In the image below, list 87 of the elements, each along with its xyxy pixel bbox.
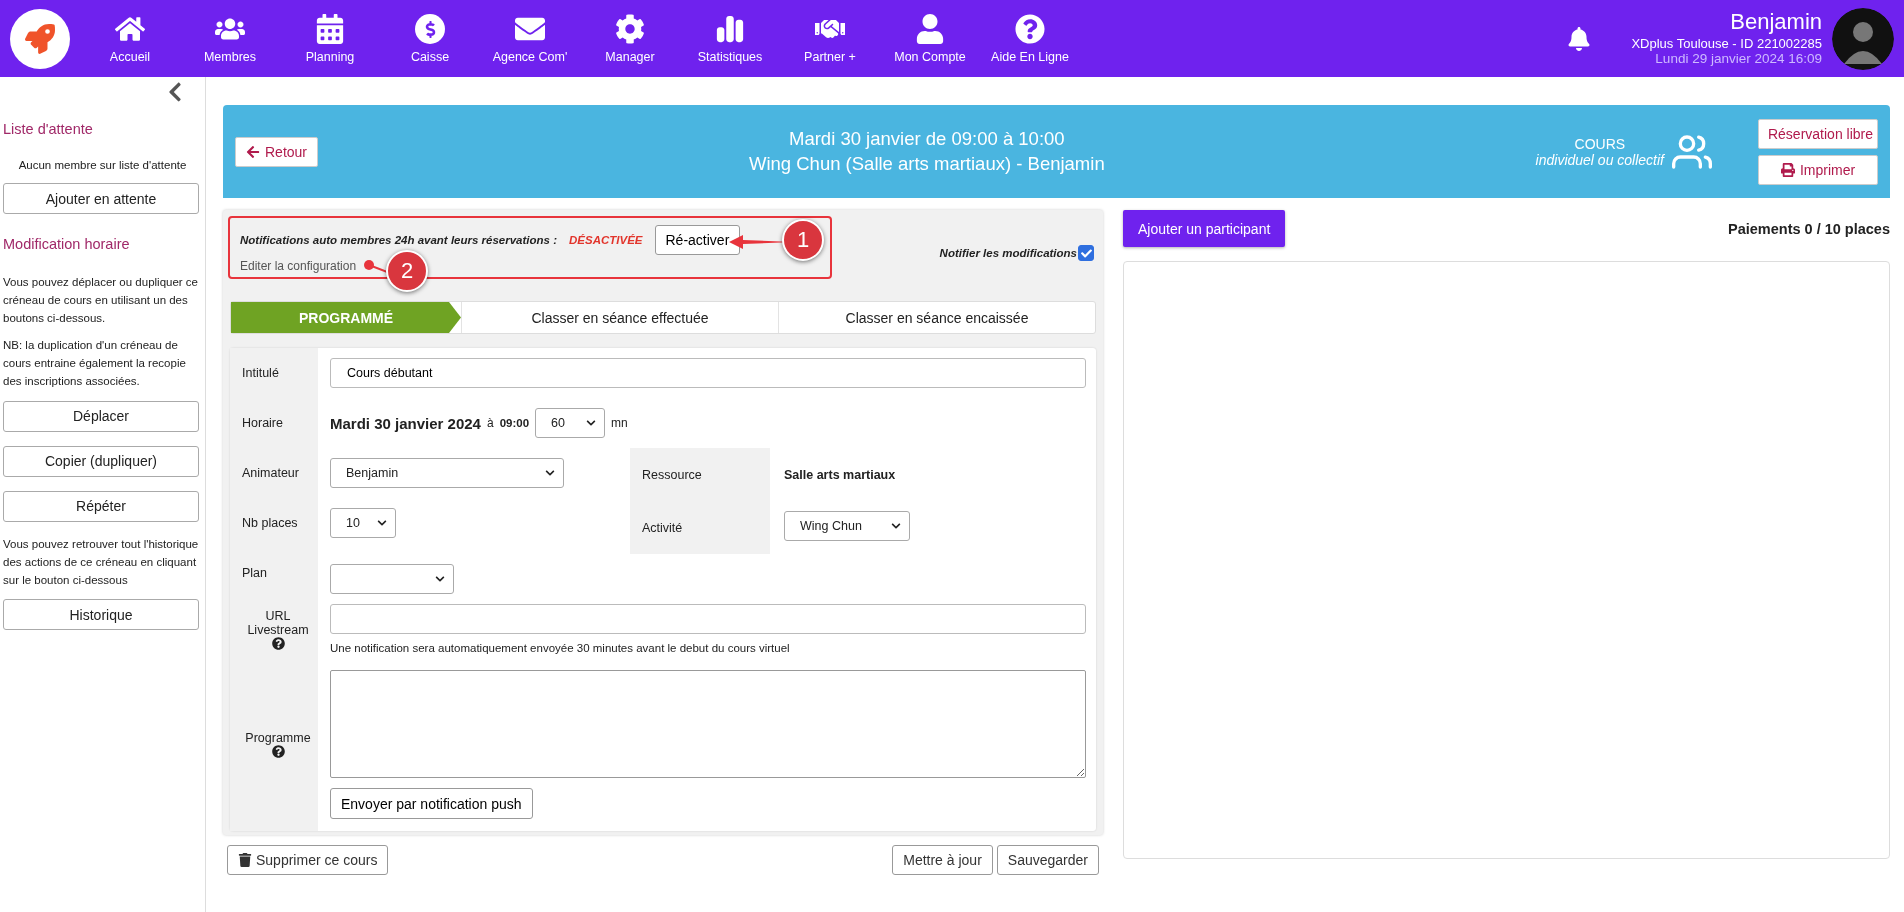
session-date: Mardi 30 janvier 2024	[330, 414, 481, 432]
field-label: Programme	[245, 730, 311, 745]
session-type-detail: individuel ou collectif	[1535, 151, 1664, 168]
current-datetime: Lundi 29 janvier 2024 16:09	[1655, 51, 1822, 68]
at-text: à	[486, 416, 494, 430]
status-step[interactable]: Classer en séance effectuée	[461, 302, 778, 333]
field-label: Intitulé	[241, 365, 280, 382]
duration-select[interactable]: 60	[535, 408, 606, 438]
livestream-note: Une notification sera automatiquement envoyée 30 minutes avant le debut du cours virtuel	[330, 641, 791, 656]
session-type: COURS	[1574, 135, 1626, 152]
field-label: URL Livestream	[246, 608, 310, 637]
instructor-select[interactable]: Benjamin	[330, 458, 564, 488]
help-icon[interactable]	[271, 636, 285, 650]
chevron-down-icon	[377, 518, 387, 528]
sidebar-button[interactable]: Déplacer	[3, 400, 199, 432]
arrow-left-icon	[246, 144, 260, 159]
sidebar-button[interactable]: Répéter	[3, 490, 199, 522]
section-heading: Liste d'attente	[3, 121, 94, 137]
nav-item[interactable]: Aide En Ligne	[980, 13, 1080, 64]
calendar-icon	[315, 13, 345, 45]
chevron-down-icon	[891, 521, 901, 531]
print-icon	[1780, 162, 1795, 177]
chevron-down-icon	[545, 468, 555, 478]
payments-count: Paiements 0 / 10 places	[1728, 220, 1890, 237]
nav-item[interactable]: Planning	[280, 13, 380, 64]
gear-icon	[615, 13, 645, 45]
field-label: Nb places	[241, 515, 299, 532]
free-booking-button[interactable]: Réservation libre	[1758, 118, 1878, 149]
section-heading: Modification horaire	[3, 236, 131, 252]
save-button[interactable]: Sauvegarder	[996, 845, 1099, 875]
livestream-field[interactable]	[330, 604, 1086, 634]
info-text: NB: la duplication d'un créneau de cours entraine également la recopie des inscriptions associées.	[3, 338, 187, 390]
info-text: Vous pouvez retrouver tout l'historique des actions de ce créneau en cliquant sur le bouton ci-dessous	[3, 536, 200, 588]
empty-note: Aucun membre sur liste d'attente	[17, 159, 188, 171]
activity-select[interactable]: Wing Chun	[784, 511, 910, 541]
print-button[interactable]: Imprimer	[1758, 154, 1878, 185]
dollar-icon	[415, 13, 445, 45]
reactivate-button[interactable]: Ré-activer	[654, 225, 741, 255]
field-label: Plan	[241, 565, 269, 582]
resource-value: Salle arts martiaux	[783, 466, 897, 484]
field-label: Activité	[630, 501, 770, 554]
start-time: 09:00	[499, 417, 530, 429]
notification-text: Notifications auto membres 24h avant leurs réservations :	[240, 234, 557, 246]
help-icon	[1015, 13, 1045, 45]
field-label: Animateur	[241, 465, 300, 482]
nav-item[interactable]: Agence Com'	[480, 13, 580, 64]
chevron-down-icon	[435, 574, 445, 584]
unit-text: mn	[611, 416, 628, 430]
sidebar-button[interactable]: Ajouter en attente	[3, 183, 199, 214]
chevron-down-icon	[586, 418, 597, 428]
account-id: XDplus Toulouse - ID 221002285	[1631, 35, 1822, 52]
bar-chart-icon	[715, 13, 745, 45]
user-name: Benjamin	[1730, 9, 1822, 36]
field-label: Ressource	[630, 448, 770, 501]
help-icon[interactable]	[271, 744, 285, 758]
session-title: Mardi 30 janvier de 09:00 à 10:00	[789, 127, 1065, 152]
sidebar-button[interactable]: Copier (dupliquer)	[3, 445, 199, 477]
avatar[interactable]	[1832, 7, 1894, 70]
add-participant-button[interactable]: Ajouter un participant	[1123, 210, 1286, 247]
notification-status: DÉSACTIVÉE	[569, 234, 643, 246]
user-icon	[915, 13, 945, 45]
delete-button[interactable]: Supprimer ce cours	[227, 845, 389, 875]
title-field[interactable]: Cours débutant	[330, 358, 1086, 388]
annotation-marker: 1	[782, 219, 824, 261]
trash-icon	[238, 853, 252, 867]
nav-item[interactable]: Accueil	[80, 13, 180, 64]
notify-label: Notifier les modifications	[939, 247, 1077, 259]
field-label: Horaire	[241, 415, 284, 432]
notify-checkbox[interactable]	[1078, 245, 1094, 261]
nav-item[interactable]: Partner +	[780, 13, 880, 64]
config-link[interactable]: Editer la configuration	[240, 259, 357, 273]
bell-icon[interactable]	[1567, 26, 1592, 51]
places-select[interactable]: 10	[330, 508, 396, 538]
programme-field[interactable]	[330, 670, 1086, 778]
update-button[interactable]: Mettre à jour	[892, 845, 993, 875]
nav-item[interactable]: Caisse	[380, 13, 480, 64]
nav-item[interactable]: Membres	[180, 13, 280, 64]
back-button[interactable]: Retour	[235, 136, 319, 167]
nav-item[interactable]: Statistiques	[680, 13, 780, 64]
push-button[interactable]: Envoyer par notification push	[330, 788, 533, 819]
sidebar-button[interactable]: Historique	[3, 599, 199, 631]
session-title: Wing Chun (Salle arts martiaux) - Benjamin	[748, 151, 1105, 176]
nav-item[interactable]: Manager	[580, 13, 680, 64]
info-text: Vous pouvez déplacer ou dupliquer ce créneau de cours en utilisant un des boutons ci-dessous.	[3, 275, 199, 326]
status-step[interactable]: Classer en séance encaissée	[778, 302, 1095, 333]
nav-item[interactable]: Mon Compte	[880, 13, 980, 64]
annotation-marker: 2	[386, 250, 428, 292]
